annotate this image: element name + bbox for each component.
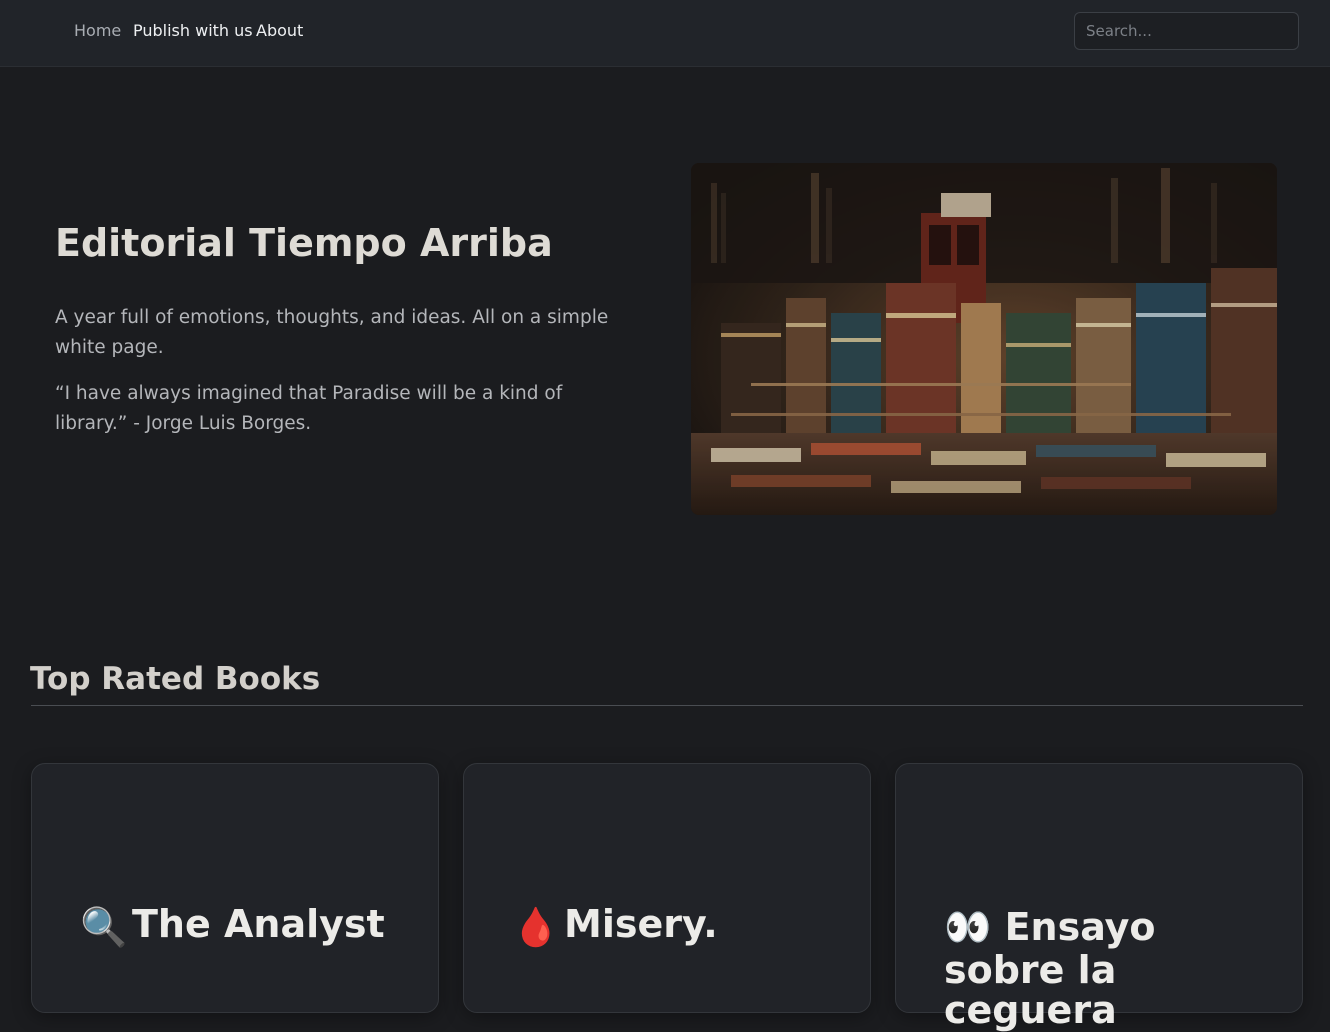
nav-home-link[interactable]: Home: [74, 20, 121, 42]
top-navbar: Home Publish with us About: [0, 0, 1330, 67]
hero-tagline: A year full of emotions, thoughts, and i…: [55, 307, 609, 358]
blood-drop-icon: 🩸: [512, 905, 560, 949]
book-title-text: Misery.: [564, 902, 718, 946]
book-title: 🔍 The Analyst: [80, 904, 410, 950]
book-card[interactable]: 🔍 The Analyst: [31, 763, 439, 1013]
hero-quote: “I have always imagined that Paradise wi…: [55, 383, 563, 434]
book-title: 🩸 Misery.: [512, 904, 842, 950]
book-card[interactable]: 👀 Ensayo sobre la ceguera: [895, 763, 1303, 1030]
nav-about-link[interactable]: About: [256, 20, 303, 42]
book-card[interactable]: 🩸 Misery.: [463, 763, 871, 1013]
section-heading: Top Rated Books: [30, 661, 321, 697]
book-title-text: The Analyst: [132, 902, 385, 946]
search-input[interactable]: [1074, 12, 1299, 50]
hero-title: Editorial Tiempo Arriba: [55, 221, 553, 265]
section-divider: [31, 705, 1303, 706]
book-title: 👀 Ensayo sobre la ceguera: [944, 904, 1274, 1030]
eyes-icon: 👀: [944, 905, 992, 949]
nav-publish-link[interactable]: Publish with us: [133, 20, 253, 42]
bookstore-photo: [691, 163, 1277, 515]
magnifying-glass-icon: 🔍: [80, 905, 128, 949]
